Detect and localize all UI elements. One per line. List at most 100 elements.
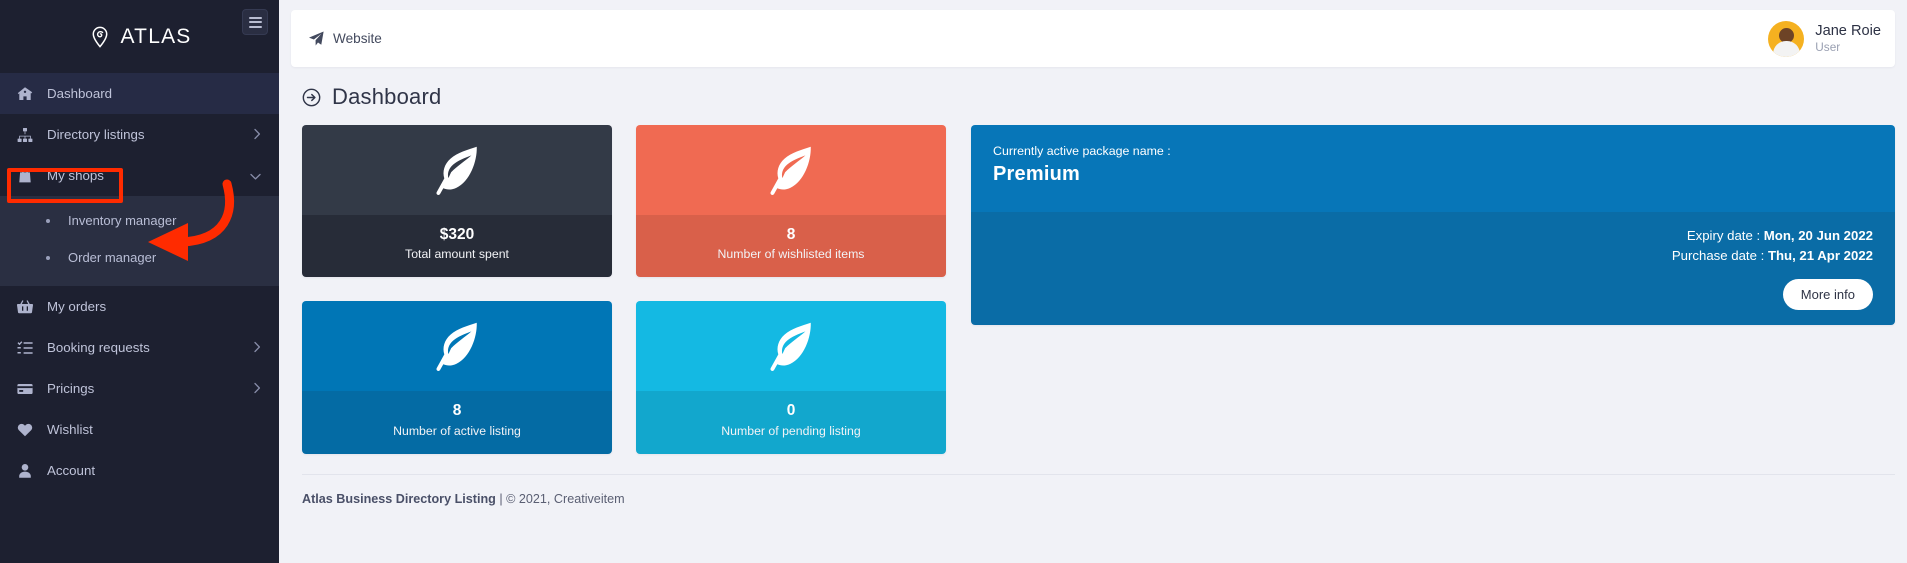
sidebar-item-label: Wishlist [47, 422, 93, 437]
page-header: Dashboard [279, 67, 1907, 110]
leaf-icon [762, 141, 820, 199]
stat-card-value: $320 [439, 226, 475, 243]
user-role: User [1815, 40, 1841, 55]
stat-card-footer: 8 Number of active listing [302, 391, 612, 454]
basket-icon [17, 299, 40, 315]
submenu-item-label: Order manager [68, 250, 157, 265]
sidebar-submenu-my-shops: Inventory manager Order manager [0, 196, 279, 286]
stat-card-icon-area [636, 125, 946, 215]
stat-card-wishlisted-items[interactable]: 8 Number of wishlisted items [636, 125, 946, 278]
footer-site-name: Atlas Business Directory Listing [302, 491, 496, 506]
sidebar-item-directory-listings[interactable]: Directory listings [0, 114, 279, 155]
footer-text: Atlas Business Directory Listing | © 202… [302, 492, 1895, 506]
website-link[interactable]: Website [309, 31, 382, 46]
topbar: Website Jane Roie User [291, 10, 1895, 67]
chevron-right-icon [254, 381, 261, 396]
package-expiry-label: Expiry date : [1686, 228, 1764, 243]
user-meta: Jane Roie User [1815, 22, 1881, 55]
bullet-icon [46, 255, 50, 260]
package-bottom: Expiry date : Mon, 20 Jun 2022 Purchase … [971, 212, 1895, 325]
paper-plane-icon [309, 31, 324, 46]
stat-card-label: Number of wishlisted items [717, 247, 865, 262]
user-name: Jane Roie [1815, 23, 1881, 40]
package-top: Currently active package name : Premium [971, 125, 1895, 212]
stat-card-label: Number of pending listing [721, 423, 861, 438]
sidebar-item-label: Directory listings [47, 127, 145, 142]
sidebar-toggle-button[interactable] [242, 9, 268, 35]
website-link-label: Website [333, 31, 382, 46]
submenu-list: Inventory manager Order manager [0, 196, 279, 286]
sitemap-icon [17, 127, 40, 143]
sidebar-item-label: Pricings [47, 381, 95, 396]
hamburger-icon-bar [248, 21, 262, 23]
leaf-icon [428, 317, 486, 375]
user-icon [17, 463, 40, 479]
sidebar-item-booking-requests[interactable]: Booking requests [0, 327, 279, 368]
sidebar-item-wishlist[interactable]: Wishlist [0, 409, 279, 450]
sidebar-subitem-order-manager[interactable]: Order manager [0, 239, 279, 276]
sidebar: ATLAS Dashboard Directory listings My sh… [0, 0, 279, 563]
package-active-label: Currently active package name : [993, 144, 1171, 158]
hamburger-icon-bar [248, 16, 262, 19]
stat-card-active-listing[interactable]: 8 Number of active listing [302, 301, 612, 454]
more-info-button[interactable]: More info [1782, 278, 1873, 310]
brand-name: ATLAS [120, 24, 192, 48]
sidebar-nav: Dashboard Directory listings My shops In… [0, 73, 279, 491]
sidebar-item-label: Account [47, 463, 96, 478]
package-purchase-value: Thu, 21 Apr 2022 [1767, 248, 1873, 264]
stat-card-value: 0 [786, 402, 796, 420]
package-expiry-value: Mon, 20 Jun 2022 [1763, 228, 1873, 243]
sidebar-item-my-shops[interactable]: My shops [0, 155, 279, 196]
sidebar-item-label: My shops [47, 168, 104, 183]
heart-icon [17, 422, 40, 438]
active-package-panel: Currently active package name : Premium … [971, 125, 1895, 325]
chevron-down-icon [250, 168, 261, 183]
stat-card-total-amount-spent[interactable]: $320 Total amount spent [302, 125, 612, 278]
stat-card-value: 8 [786, 226, 796, 243]
package-purchase-row: Purchase date : Thu, 21 Apr 2022 [993, 246, 1873, 266]
footer-copyright: | © 2021, Creativeitem [495, 491, 625, 506]
submenu-item-label: Inventory manager [68, 213, 177, 228]
sidebar-item-account[interactable]: Account [0, 450, 279, 491]
sidebar-item-dashboard[interactable]: Dashboard [0, 73, 279, 114]
stat-card-footer: $320 Total amount spent [302, 215, 612, 278]
credit-card-icon [17, 381, 40, 397]
stat-card-footer: 0 Number of pending listing [636, 391, 946, 454]
avatar [1768, 20, 1805, 57]
brand-logo[interactable]: ATLAS [88, 25, 192, 49]
location-pin-icon [88, 25, 112, 49]
main-area: Website Jane Roie User Dashboard $320 To… [279, 0, 1907, 563]
package-expiry-row: Expiry date : Mon, 20 Jun 2022 [993, 226, 1873, 246]
package-name: Premium [993, 163, 1080, 185]
hamburger-icon-bar [248, 25, 262, 28]
task-list-icon [17, 340, 40, 356]
sidebar-item-label: Dashboard [47, 86, 113, 101]
sidebar-subitem-inventory-manager[interactable]: Inventory manager [0, 202, 279, 239]
sidebar-header: ATLAS [0, 0, 279, 73]
stat-card-icon-area [302, 301, 612, 392]
sidebar-item-my-orders[interactable]: My orders [0, 286, 279, 327]
app-root: ATLAS Dashboard Directory listings My sh… [0, 0, 1907, 563]
leaf-icon [428, 141, 486, 199]
sidebar-item-pricings[interactable]: Pricings [0, 368, 279, 409]
sidebar-item-label: My orders [47, 299, 107, 314]
stat-card-label: Total amount spent [405, 247, 509, 262]
stat-card-icon-area [636, 301, 946, 392]
sidebar-item-label: Booking requests [47, 340, 150, 355]
home-icon [17, 86, 40, 102]
footer: Atlas Business Directory Listing | © 202… [302, 473, 1895, 506]
stat-card-pending-listing[interactable]: 0 Number of pending listing [636, 301, 946, 454]
chevron-right-icon [254, 127, 261, 142]
arrow-circle-right-icon [302, 88, 321, 107]
bullet-icon [46, 218, 50, 223]
page-title: Dashboard [332, 84, 442, 109]
chevron-right-icon [254, 340, 261, 355]
leaf-icon [762, 317, 820, 375]
stat-card-footer: 8 Number of wishlisted items [636, 215, 946, 278]
stat-card-icon-area [302, 125, 612, 215]
stat-card-grid: $320 Total amount spent 8 Number of wish… [302, 125, 946, 454]
user-profile-menu[interactable]: Jane Roie User [1768, 20, 1881, 57]
dashboard-content: $320 Total amount spent 8 Number of wish… [279, 110, 1907, 454]
stat-card-value: 8 [452, 402, 462, 420]
avatar-body [1772, 40, 1800, 57]
